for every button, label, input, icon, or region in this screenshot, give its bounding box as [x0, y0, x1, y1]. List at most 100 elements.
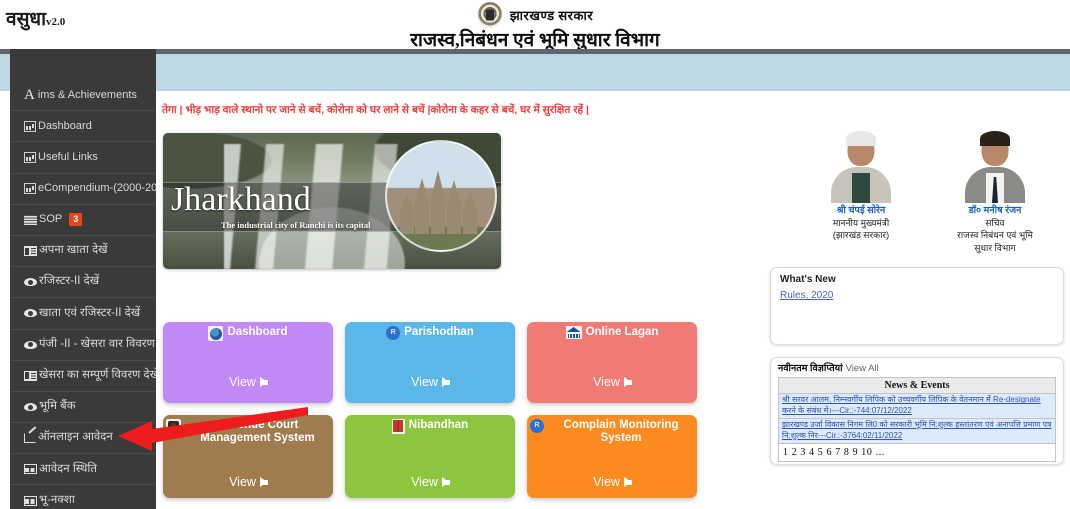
tile-view-label: View	[411, 375, 438, 389]
news-events-panel: नवीनतम विज्ञप्तियां View All News & Event…	[770, 357, 1064, 465]
arrow-right-icon	[259, 377, 268, 387]
bar-chart-icon	[24, 183, 36, 195]
sidebar-item-label: भूमि बैंक	[39, 400, 76, 413]
news-heading-row: नवीनतम विज्ञप्तियां View All	[778, 363, 1056, 374]
official-name: श्री चंपई सोरेन	[836, 205, 886, 216]
list-block-icon	[24, 370, 37, 381]
tile-title: Complain Monitoring System	[563, 419, 679, 445]
sidebar-item-bhumi-bank[interactable]: भूमि बैंक	[10, 392, 156, 424]
official-chief-minister: श्री चंपई सोरेन माननीय मुख्यमंत्री (झारख…	[800, 129, 922, 242]
jharkhand-banner[interactable]: Jharkhand The industrial city of Ranchi …	[163, 133, 501, 269]
news-item-link[interactable]: श्री सरवर आलम, निम्नवर्गीय लिपिक को उच्च…	[782, 395, 1041, 415]
sidebar-item-label: eCompendium-(2000-2019)	[38, 182, 156, 195]
circle-r-icon	[386, 326, 401, 340]
sidebar-item-aims-and-achievements[interactable]: Aims & Achievements	[10, 80, 156, 112]
tile-view-button[interactable]: View	[527, 375, 697, 389]
table-row[interactable]: श्री सरवर आलम, निम्नवर्गीय लिपिक को उच्च…	[778, 393, 1056, 419]
tile-title: Revenue Court Management System	[200, 419, 315, 445]
arrow-right-icon	[623, 377, 632, 387]
news-table-header: News & Events	[778, 377, 1056, 395]
official-role-line: सचिव	[985, 218, 1005, 229]
sidebar-item-label: SOP	[39, 213, 63, 226]
window-icon	[24, 495, 37, 506]
sidebar-item-panji-2-khesra-war-vivaran[interactable]: पंजी -II - खेसरा वार विवरण	[10, 330, 156, 361]
scales-icon	[166, 419, 181, 434]
nav-bar	[0, 54, 1070, 91]
whats-new-link[interactable]: Rules, 2020	[780, 290, 833, 301]
sidebar-item-apna-khata-dekhen[interactable]: अपना खाता देखें	[10, 236, 156, 268]
tile-header: Nibandhan	[345, 419, 515, 434]
sidebar-item-label: खेसरा का सम्पूर्ण विवरण देखें	[39, 369, 156, 382]
india-emblem-icon	[476, 2, 503, 28]
pencil-icon	[24, 433, 36, 444]
sidebar-item-dashboard[interactable]: Dashboard	[10, 111, 156, 143]
tile-view-button[interactable]: View	[345, 375, 515, 389]
sidebar-item-label: Useful Links	[38, 150, 98, 163]
avatar	[963, 129, 1027, 203]
officials-section: श्री चंपई सोरेन माननीय मुख्यमंत्री (झारख…	[798, 129, 1068, 269]
sidebar-item-bhu-naksha[interactable]: भू-नक्शा	[10, 485, 156, 509]
arrow-right-icon	[441, 377, 450, 387]
page-header: वसुधाv2.0 झारखण्ड सरकार राजस्व,निबंधन एव…	[0, 0, 1070, 51]
official-role-line: माननीय मुख्यमंत्री	[832, 218, 890, 229]
dashboard-icon	[208, 326, 224, 341]
tile-view-button[interactable]: View	[163, 375, 333, 389]
news-view-all-link[interactable]: View All	[846, 363, 879, 374]
banner-temple-circle	[385, 140, 497, 252]
tile-view-button[interactable]: View	[163, 475, 333, 489]
temple-icon	[398, 170, 484, 235]
eye-icon	[24, 309, 37, 318]
sidebar-item-aavedan-sthiti[interactable]: आवेदन स्थिति	[10, 454, 156, 486]
tile-parishodhan[interactable]: Parishodhan View	[345, 322, 515, 403]
tile-header: Dashboard	[163, 326, 333, 341]
eye-icon	[24, 340, 37, 349]
sidebar-item-label: खाता एवं रजिस्टर-II देखें	[39, 306, 141, 319]
whats-new-panel: What's New Rules, 2020	[770, 267, 1064, 345]
tile-revenue-court-management-system[interactable]: Revenue Court Management System View	[163, 415, 333, 498]
banner-title: Jharkhand	[171, 181, 311, 219]
sidebar-item-label: अपना खाता देखें	[39, 244, 108, 257]
sidebar-item-label: ims & Achievements	[37, 88, 137, 101]
sidebar-item-label: पंजी -II - खेसरा वार विवरण	[39, 337, 155, 350]
banner-subtitle: The industrial city of Ranchi is its cap…	[221, 220, 371, 231]
tile-nibandhan[interactable]: Nibandhan View	[345, 415, 515, 498]
whats-new-title: What's New	[780, 274, 836, 285]
tile-complain-monitoring-system[interactable]: Complain Monitoring System View	[527, 415, 697, 498]
tile-view-label: View	[229, 375, 256, 389]
sidebar-item-sop[interactable]: SOP 3	[10, 205, 156, 236]
tile-online-lagan[interactable]: Online Lagan View	[527, 322, 697, 403]
circle-r-icon	[530, 419, 544, 433]
official-name: डॉ० मनीष रंजन	[968, 205, 1022, 216]
sidebar-item-label: रजिस्टर-II देखें	[39, 275, 100, 288]
sidebar-item-label: Dashboard	[38, 119, 92, 132]
tile-header: Revenue Court Management System	[163, 419, 333, 445]
news-heading: नवीनतम विज्ञप्तियां	[778, 363, 843, 374]
sidebar-item-ecompendium[interactable]: eCompendium-(2000-2019)	[10, 174, 156, 205]
official-role-line: (झारखंड सरकार)	[832, 230, 890, 241]
sidebar-item-useful-links[interactable]: Useful Links	[10, 142, 156, 174]
window-icon	[24, 464, 37, 475]
covid-marquee: तेगा | भीड़ भाड़ वाले स्थानो पर जाने से …	[162, 104, 589, 116]
tile-view-label: View	[411, 475, 438, 489]
status-badge: 3	[69, 213, 83, 227]
arrow-right-icon	[441, 477, 450, 487]
sidebar-item-online-aavedan[interactable]: ऑनलाइन आवेदन	[10, 423, 156, 455]
tile-view-button[interactable]: View	[527, 475, 697, 489]
sidebar-item-khesra-sampurn-vivaran[interactable]: खेसरा का सम्पूर्ण विवरण देखें	[10, 361, 156, 392]
table-row[interactable]: झारखण्ड उर्जा विकास निगम लि0 को सरकारी भ…	[778, 418, 1056, 444]
sidebar-item-register-2-dekhen[interactable]: रजिस्टर-II देखें	[10, 267, 156, 299]
tile-view-label: View	[229, 475, 256, 489]
tile-view-button[interactable]: View	[345, 475, 515, 489]
tile-view-label: View	[593, 375, 620, 389]
avatar	[829, 129, 893, 203]
news-pager[interactable]: 1 2 3 4 5 6 7 8 9 10 ...	[778, 443, 1056, 462]
eye-icon	[24, 278, 37, 287]
lines-icon	[24, 214, 37, 225]
tile-header: Parishodhan	[345, 326, 515, 340]
arrow-right-icon	[259, 477, 268, 487]
sidebar-item-khata-register-2-dekhen[interactable]: खाता एवं रजिस्टर-II देखें	[10, 298, 156, 330]
bar-chart-icon	[24, 120, 36, 132]
official-role-line: राजस्व निबंधन एवं भूमि	[957, 230, 1033, 241]
news-item-link[interactable]: झारखण्ड उर्जा विकास निगम लि0 को सरकारी भ…	[782, 420, 1051, 440]
tile-dashboard[interactable]: Dashboard View	[163, 322, 333, 403]
